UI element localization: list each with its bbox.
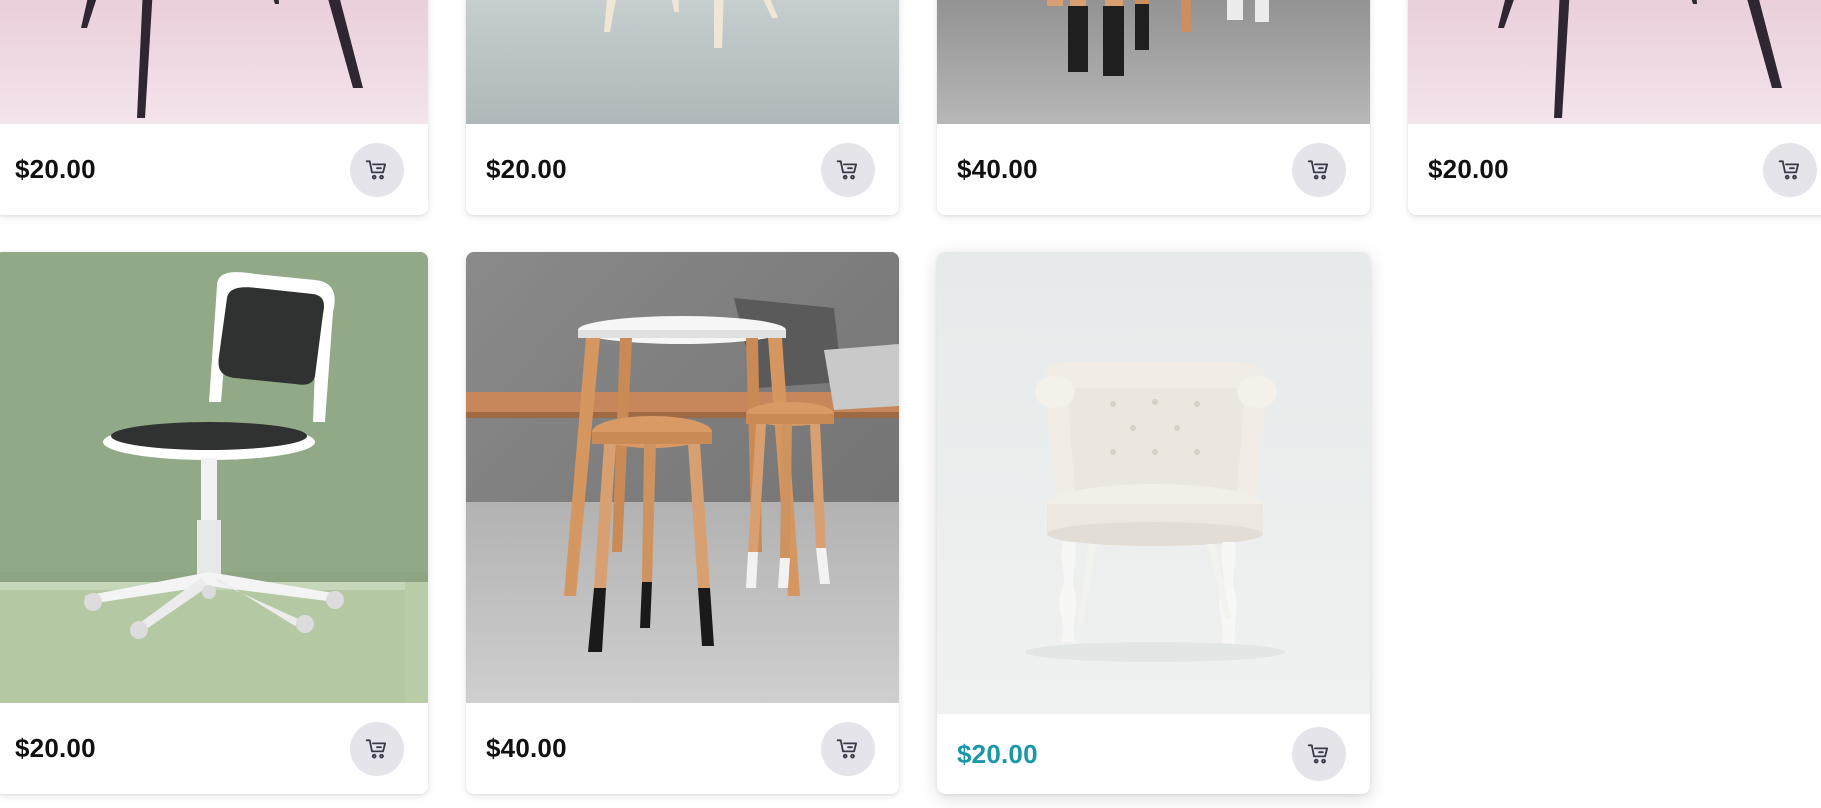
product-card[interactable]: $20.00 bbox=[466, 0, 899, 215]
product-card[interactable]: $40.00 bbox=[937, 0, 1370, 215]
product-price: $40.00 bbox=[957, 154, 1038, 184]
product-image[interactable] bbox=[466, 0, 899, 124]
add-to-cart-button[interactable] bbox=[1292, 727, 1346, 781]
product-price: $20.00 bbox=[15, 733, 96, 763]
product-card[interactable]: $20.00 bbox=[937, 252, 1370, 794]
product-price: $20.00 bbox=[486, 154, 567, 184]
product-card[interactable]: $20.00 bbox=[0, 0, 428, 215]
add-to-cart-button[interactable] bbox=[1292, 142, 1346, 197]
add-to-cart-button[interactable] bbox=[821, 142, 875, 197]
product-card[interactable]: $20.00 bbox=[1408, 0, 1821, 215]
product-image[interactable] bbox=[0, 252, 428, 703]
product-image[interactable] bbox=[1408, 0, 1821, 124]
product-image[interactable] bbox=[937, 252, 1370, 714]
product-price: $40.00 bbox=[486, 733, 567, 763]
add-to-cart-button[interactable] bbox=[350, 721, 404, 776]
shopping-cart-icon bbox=[836, 738, 858, 758]
add-to-cart-button[interactable] bbox=[821, 721, 875, 776]
product-card[interactable]: $20.00 bbox=[0, 252, 428, 794]
product-price: $20.00 bbox=[1428, 154, 1509, 184]
product-image[interactable] bbox=[466, 252, 899, 703]
product-card[interactable]: $40.00 bbox=[466, 252, 899, 794]
shopping-cart-icon bbox=[1307, 159, 1329, 179]
shopping-cart-icon bbox=[365, 738, 387, 758]
shopping-cart-icon bbox=[365, 159, 387, 179]
shopping-cart-icon bbox=[1307, 744, 1329, 764]
shopping-cart-icon bbox=[836, 159, 858, 179]
add-to-cart-button[interactable] bbox=[350, 142, 404, 197]
product-price: $20.00 bbox=[15, 154, 96, 184]
add-to-cart-button[interactable] bbox=[1763, 142, 1817, 197]
product-price: $20.00 bbox=[957, 738, 1038, 769]
product-image[interactable] bbox=[937, 0, 1370, 124]
shopping-cart-icon bbox=[1778, 159, 1800, 179]
product-image[interactable] bbox=[0, 0, 428, 124]
